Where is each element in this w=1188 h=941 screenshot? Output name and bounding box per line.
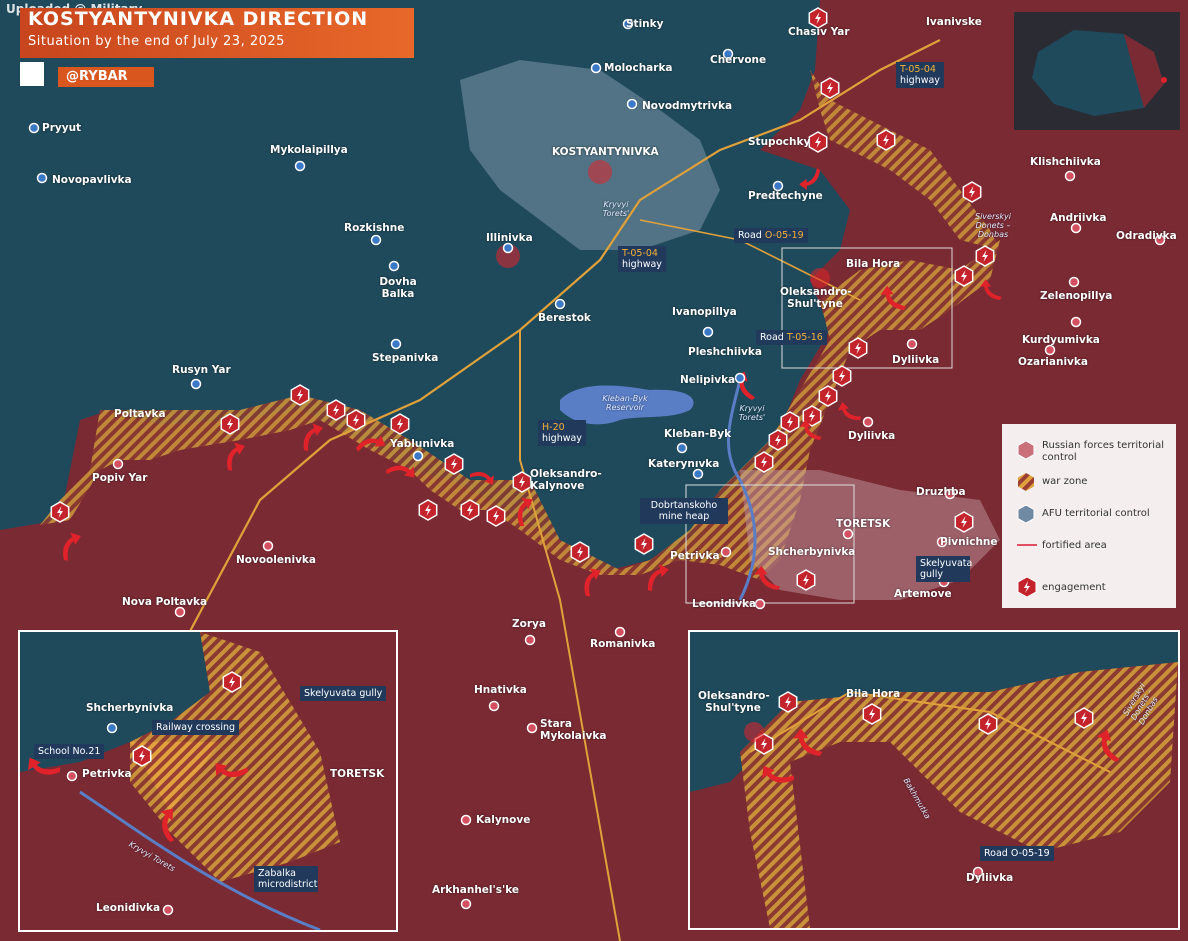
place-label: Andriivka [1050,212,1107,224]
minimap-shape [1032,30,1167,116]
qr-code-icon [20,62,44,86]
road-badge: Road T-05-16 [756,330,827,345]
inset-label: Leonidivka [96,902,161,914]
place-label: Klishchiivka [1030,156,1101,168]
place-label: Pleshchiivka [688,346,762,358]
place-label: Novodmytrivka [642,100,733,112]
place-label: Ivanopillya [672,306,737,318]
inset-toretsk [18,630,398,932]
road-badge: H-20 highway [538,420,586,446]
place-label: Stepanivka [372,352,439,364]
place-label: Molocharka [604,62,673,74]
place-label: Druzhba [916,486,966,498]
inset-label: TORETSK [330,768,385,780]
hotspot-kostyantynivka [588,160,612,184]
place-label: Leonidivka [692,598,757,610]
place-label: Arkhanhel's'ke [432,884,520,896]
place-label: Novopavlivka [52,174,132,186]
place-label: Stara Mykolaivka [540,718,607,742]
legend-fortified-icon [1017,544,1037,546]
place-label: Bila Hora [846,258,901,270]
place-label: Katerynıvka [648,458,720,470]
legend-russian: Russian forces territorial control [1042,440,1164,463]
legend-engagement-icon [1017,576,1037,598]
place-label: Mykolaipillya [270,144,348,156]
place-label: KOSTYANTYNIVKA [552,146,659,158]
railway-crossing-label: Railway crossing [152,720,240,735]
school-label: School No.21 [34,744,105,759]
inset-label: Petrivka [82,768,132,780]
mine-heap-label: Dobrtanskoho mine heap [640,498,728,524]
legend-engagement: engagement [1042,582,1106,593]
place-label: Popiv Yar [92,472,148,484]
place-label: Rusyn Yar [172,364,231,376]
place-label: Ivanivske [926,16,982,28]
place-label: Nova Poltavka [122,596,208,608]
place-label: Odradivka [1116,230,1177,242]
place-label: Kalynove [476,814,531,826]
inset-road-label: Road O-05-19 [980,846,1054,861]
place-label: Hnativka [474,684,527,696]
legend-afu: AFU territorial control [1042,508,1150,519]
legend-war-zone: war zone [1042,476,1088,487]
inset-label: Dyliivka [966,872,1014,884]
place-label: Poltavka [114,408,166,420]
place-label: Kurdyumivka [1022,334,1100,346]
river-label: Kryvyi Torets' [738,404,766,422]
place-label: Artemove [894,588,952,600]
place-label: Dyliivka [892,354,940,366]
place-label: Petrivka [670,550,720,562]
reservoir-label: Kleban-Byk Reservoir [602,394,648,412]
place-label: Yablunivka [390,438,455,450]
inset-label: Oleksandro-Shul'tyne [698,690,770,714]
inset-label: Zabalka microdistrict [254,866,318,892]
inset-label: Shcherbynivka [86,702,174,714]
place-label: Romanivka [590,638,656,650]
place-label: Pryyut [42,122,82,134]
place-label: Pivnichne [940,536,998,548]
place-label: Dyliivka [848,430,896,442]
legend-afu-icon [1017,504,1035,524]
place-label: Kleban-Byk [664,428,732,440]
inset-bila-hora [688,630,1180,930]
legend-russian-icon [1017,440,1035,460]
place-label: Dovha Balka [379,276,417,300]
map-subtitle: Situation by the end of July 23, 2025 [28,34,285,49]
place-label: Chasiv Yar [788,26,850,38]
place-label: Shcherbynivka [768,546,856,558]
inset-label: Bila Hora [846,688,901,700]
place-label: Ozarianivka [1018,356,1088,368]
inset-bila-hora-map [690,632,1178,928]
place-label: Illinivka [486,232,533,244]
road-badge: T-05-04 highway [896,62,944,88]
place-label: Chervone [710,54,767,66]
place-label: Stupochky [748,136,811,148]
skelyuvata-label: Skelyuvata gully [916,556,972,582]
place-label: Rozkishne [344,222,405,234]
place-label: Novoolenivka [236,554,316,566]
map-title: KOSTYANTYNIVKA DIRECTION [28,8,369,30]
legend-warzone-icon [1018,473,1034,491]
canal-label: Siverskyi Donets – Donbas [974,212,1011,239]
place-label: Zelenopillya [1040,290,1113,302]
place-label: Nelipivka [680,374,736,386]
place-label: Stinky [626,18,664,30]
inset-label: Skelyuvata gully [300,686,387,701]
place-label: Oleksandro-Kalynove [530,468,602,492]
brand-label: @RYBAR [66,69,128,84]
river-label: Kryvyi Torets' [602,200,630,218]
place-label: Zorya [512,618,546,630]
road-badge: Road O-05-19 [734,228,808,243]
place-label: Berestok [538,312,591,324]
place-label: Predtechyne [748,190,823,202]
road-badge: T-05-04 highway [618,246,666,272]
ukraine-minimap [1014,12,1180,130]
place-label: Oleksandro-Shul'tyne [780,286,852,310]
hotspot-oleksandro [810,268,830,288]
place-label: TORETSK [836,518,891,530]
inset-toretsk-map [20,632,340,930]
legend-fortified: fortified area [1042,540,1107,551]
